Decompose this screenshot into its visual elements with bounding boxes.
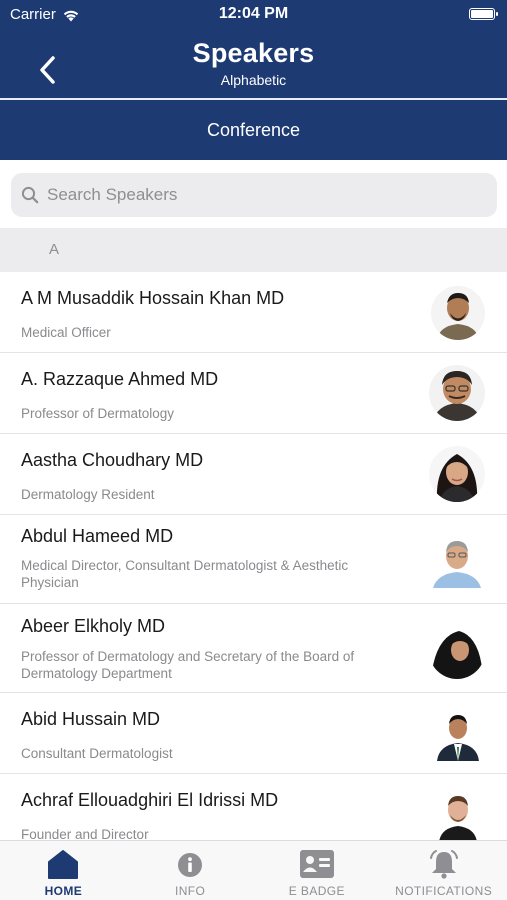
battery-icon [469, 8, 498, 20]
speaker-row[interactable]: Achraf Ellouadghiri El Idrissi MD Founde… [0, 774, 507, 840]
tab-bar: HOME INFO E BADGE NOTIFICATIONS [0, 840, 507, 900]
tab-home-label: HOME [44, 884, 83, 898]
speaker-name: Abeer Elkholy MD [21, 616, 166, 636]
info-icon [178, 853, 203, 877]
tab-notifications-label: NOTIFICATIONS [395, 884, 493, 898]
tab-conference[interactable]: Conference [0, 100, 507, 160]
tab-e-badge-label: E BADGE [288, 884, 345, 898]
speaker-name: Abid Hussain MD [21, 709, 161, 729]
speaker-role: Medical Director, Consultant Dermatologi… [21, 558, 349, 590]
search-icon [21, 186, 39, 204]
page-title: Speakers [192, 38, 315, 68]
speaker-role: Medical Officer [21, 325, 111, 340]
speaker-row[interactable]: A. Razzaque Ahmed MD Professor of Dermat… [0, 353, 507, 434]
speaker-role: Dermatology Resident [21, 487, 155, 502]
title-block: Speakers Alphabetic [0, 38, 507, 88]
search-input[interactable] [47, 185, 467, 205]
speaker-name: Achraf Ellouadghiri El Idrissi MD [21, 790, 279, 810]
speaker-avatar [429, 532, 485, 588]
badge-card-icon [299, 850, 334, 878]
search-field[interactable] [11, 173, 497, 217]
speaker-avatar [429, 446, 485, 502]
status-time: 12:04 PM [218, 5, 289, 22]
speaker-role: Professor of Dermatology and Secretary o… [21, 649, 355, 681]
speaker-name: A M Musaddik Hossain Khan MD [21, 288, 285, 308]
home-icon [48, 850, 79, 879]
speaker-avatar [431, 788, 485, 840]
tab-info-label: INFO [174, 884, 206, 898]
speaker-avatar [431, 707, 485, 761]
tab-info[interactable]: INFO [127, 841, 254, 900]
status-bar: Carrier 12:04 PM [0, 0, 507, 30]
page-subtitle: Alphabetic [220, 72, 287, 88]
speaker-name: A. Razzaque Ahmed MD [21, 369, 219, 389]
speaker-list: A M Musaddik Hossain Khan MD Medical Off… [0, 272, 507, 840]
speaker-row[interactable]: Abdul Hameed MD Medical Director, Consul… [0, 515, 507, 604]
speaker-role: Professor of Dermatology [21, 406, 175, 421]
tab-home[interactable]: HOME [0, 841, 127, 900]
section-letter: A [49, 241, 60, 258]
tab-e-badge[interactable]: E BADGE [254, 841, 381, 900]
search-bar [0, 160, 507, 228]
speaker-avatar [429, 365, 485, 421]
speaker-role: Founder and Director [21, 827, 149, 840]
bell-icon [429, 850, 458, 879]
speaker-role: Consultant Dermatologist [21, 746, 173, 761]
tab-notifications[interactable]: NOTIFICATIONS [380, 841, 507, 900]
speaker-row[interactable]: A M Musaddik Hossain Khan MD Medical Off… [0, 272, 507, 353]
speaker-row[interactable]: Abeer Elkholy MD Professor of Dermatolog… [0, 604, 507, 693]
speaker-row[interactable]: Aastha Choudhary MD Dermatology Resident [0, 434, 507, 515]
speaker-name: Aastha Choudhary MD [21, 450, 204, 470]
nav-header: Carrier 12:04 PM Speakers Alphabetic Con… [0, 0, 507, 160]
speaker-name: Abdul Hameed MD [21, 526, 174, 546]
speaker-avatar [431, 286, 485, 340]
speaker-avatar [429, 623, 485, 679]
speaker-row[interactable]: Abid Hussain MD Consultant Dermatologist [0, 693, 507, 774]
section-header: A [0, 228, 507, 272]
